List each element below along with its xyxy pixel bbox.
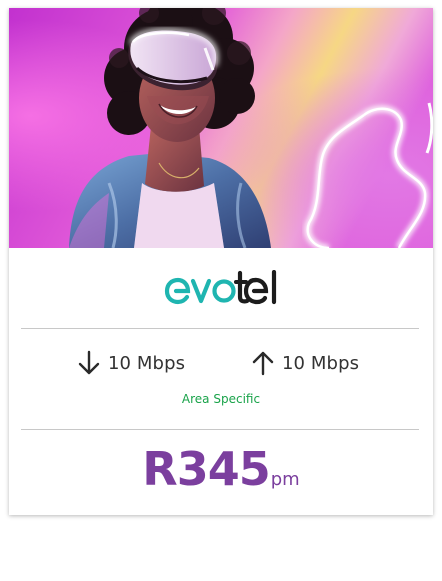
speed-info: 10 Mbps 10 Mbps [9, 348, 433, 378]
price-amount: R345 [142, 442, 270, 496]
evotel-logo [9, 270, 433, 310]
price: R345pm [9, 442, 433, 502]
area-specific-note: Area Specific [181, 392, 261, 406]
upload-speed-label: 10 Mbps [282, 352, 360, 374]
product-card[interactable]: 10 Mbps 10 Mbps Area Specific R345pm [9, 8, 433, 515]
hero-image [9, 8, 433, 248]
vr-woman-photo [9, 8, 433, 248]
download-speed-label: 10 Mbps [108, 352, 186, 374]
divider-bottom [21, 429, 419, 430]
evotel-logo-mark [164, 270, 277, 305]
upload-speed: 10 Mbps [251, 348, 359, 378]
download-speed: 10 Mbps [77, 348, 185, 378]
price-unit: pm [270, 469, 300, 490]
divider-top [21, 328, 419, 329]
arrow-down-icon [78, 350, 100, 375]
arrow-up-icon [252, 351, 274, 376]
